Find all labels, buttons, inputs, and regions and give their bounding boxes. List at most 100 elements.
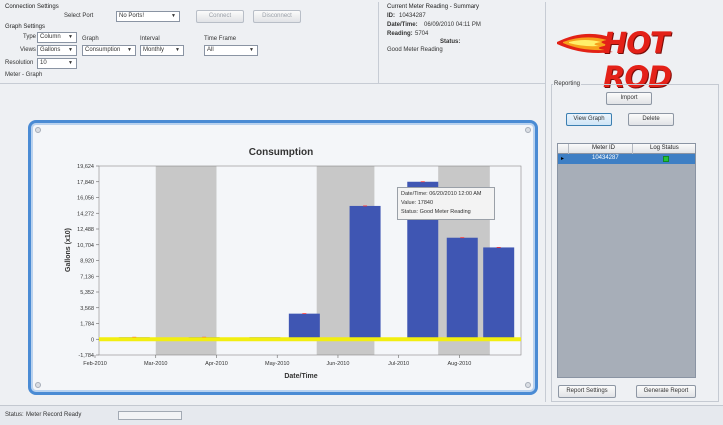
x-tick-label: Aug-2010 xyxy=(448,361,472,367)
time-frame-select[interactable]: All ▼ xyxy=(204,45,258,56)
summary-status-value: Good Meter Reading xyxy=(387,47,443,53)
x-tick-label: May-2010 xyxy=(265,361,289,367)
y-tick-label: 0 xyxy=(91,337,94,343)
y-tick-label: 1,784 xyxy=(80,322,94,328)
y-tick-label: 12,488 xyxy=(77,227,94,233)
table-row[interactable]: ▸ 10434287 xyxy=(558,154,695,164)
x-tick-label: Jun-2010 xyxy=(326,361,349,367)
status-bar: Status: Meter Record Ready xyxy=(0,405,723,425)
import-button[interactable]: Import xyxy=(606,92,652,105)
y-tick-label: 14,272 xyxy=(77,211,94,217)
chevron-down-icon: ▼ xyxy=(175,47,180,53)
views-label: Views xyxy=(20,47,36,53)
generate-report-button[interactable]: Generate Report xyxy=(636,385,696,398)
graph-label: Graph xyxy=(82,36,99,42)
x-axis-title: Date/Time xyxy=(284,373,317,380)
port-select[interactable]: No Ports! ▼ xyxy=(116,11,180,22)
zero-line xyxy=(99,337,521,342)
interval-select-value: Monthly xyxy=(143,47,165,53)
data-tooltip: Date/Time: 06/20/2010 12:00 AM Value: 17… xyxy=(397,187,495,220)
top-divider xyxy=(0,83,545,84)
x-tick-label: Mar-2010 xyxy=(144,361,168,367)
y-tick-label: 5,352 xyxy=(80,290,94,296)
views-select-value: Gallons xyxy=(40,47,61,53)
summary-reading-label: Reading: xyxy=(387,31,413,37)
bar xyxy=(349,205,381,340)
y-tick-label: 10,704 xyxy=(77,243,94,249)
y-tick-label: 7,136 xyxy=(80,274,94,280)
chart-title: Consumption xyxy=(249,147,313,158)
progress-bar xyxy=(118,411,182,420)
graph-select[interactable]: Consumption ▼ xyxy=(82,45,136,56)
x-tick-label: Feb-2010 xyxy=(83,361,107,367)
summary-reading-value: 5704 xyxy=(415,31,429,37)
row-selector-icon: ▸ xyxy=(561,156,565,162)
chevron-down-icon: ▼ xyxy=(249,47,254,53)
column-header-log-status[interactable]: Log Status xyxy=(650,145,679,151)
chevron-down-icon: ▼ xyxy=(127,47,132,53)
disconnect-button[interactable]: Disconnect xyxy=(253,10,301,23)
header-divider xyxy=(568,144,569,154)
bar xyxy=(483,247,515,340)
interval-select[interactable]: Monthly ▼ xyxy=(140,45,184,56)
type-label: Type xyxy=(23,34,37,40)
chevron-down-icon: ▼ xyxy=(68,34,73,40)
summary-divider xyxy=(378,2,379,83)
graph-settings-title: Graph Settings xyxy=(5,24,46,30)
tooltip-datetime: Date/Time: 06/20/2010 12:00 AM xyxy=(401,191,482,197)
time-frame-select-value: All xyxy=(207,47,214,53)
chevron-down-icon: ▼ xyxy=(171,13,176,19)
y-tick-label: 19,624 xyxy=(77,164,94,170)
select-port-label: Select Port xyxy=(64,13,94,19)
y-tick-label: 17,840 xyxy=(77,180,94,186)
summary-datetime-value: 06/09/2010 04:11 PM xyxy=(424,22,481,28)
interval-label: Interval xyxy=(140,36,160,42)
shaded-band xyxy=(155,166,217,355)
row-meter-id: 10434287 xyxy=(592,155,619,161)
summary-id-value: 10434287 xyxy=(399,13,426,19)
status-value: Meter Record Ready xyxy=(26,412,82,418)
y-tick-label: -1,784 xyxy=(78,353,94,359)
bar xyxy=(288,313,320,340)
views-select[interactable]: Gallons ▼ xyxy=(37,45,77,56)
resolution-select-value: 10 xyxy=(40,60,47,66)
status-label: Status: xyxy=(5,412,24,418)
meter-graph-panel: Consumption Gallons (x10) Date/Time 19,6… xyxy=(28,120,538,395)
tooltip-value: Value: 17840 xyxy=(401,200,434,206)
view-graph-button[interactable]: View Graph xyxy=(566,113,612,126)
meter-graph-title: Meter - Graph xyxy=(5,72,43,78)
consumption-chart: Consumption Gallons (x10) Date/Time 19,6… xyxy=(65,147,522,380)
chevron-down-icon: ▼ xyxy=(68,47,73,53)
column-header-meter-id[interactable]: Meter ID xyxy=(592,145,615,151)
hot-rod-logo: HOT ROD xyxy=(555,20,720,94)
time-frame-label: Time Frame xyxy=(204,36,237,42)
tooltip-status: Status: Good Meter Reading xyxy=(401,209,471,215)
summary-status-label: Status: xyxy=(440,39,461,45)
connection-settings-title: Connection Settings xyxy=(5,4,59,10)
summary-title: Current Meter Reading - Summary xyxy=(387,4,480,10)
type-select[interactable]: Column ▼ xyxy=(37,32,77,43)
graph-select-value: Consumption xyxy=(85,47,121,53)
delete-button[interactable]: Delete xyxy=(628,113,674,126)
resolution-select[interactable]: 10 ▼ xyxy=(37,58,77,69)
type-select-value: Column xyxy=(40,34,61,40)
y-tick-label: 3,568 xyxy=(80,306,94,312)
chevron-down-icon: ▼ xyxy=(68,60,73,66)
meter-log-table[interactable]: Meter ID Log Status ▸ 10434287 xyxy=(557,143,696,378)
y-axis-title: Gallons (x10) xyxy=(65,228,72,272)
x-tick-label: Apr-2010 xyxy=(205,361,228,367)
y-tick-label: 16,056 xyxy=(77,196,94,202)
port-select-value: No Ports! xyxy=(119,13,145,19)
connect-button[interactable]: Connect xyxy=(196,10,244,23)
header-divider xyxy=(632,144,633,154)
bar xyxy=(446,237,478,340)
right-panel-divider xyxy=(545,2,546,402)
summary-datetime-label: Date/Time: xyxy=(387,22,418,28)
reporting-title: Reporting xyxy=(553,81,582,87)
x-tick-label: Jul-2010 xyxy=(388,361,409,367)
y-tick-label: 8,920 xyxy=(80,259,94,265)
resolution-label: Resolution xyxy=(5,60,34,66)
log-status-indicator-icon xyxy=(663,156,669,162)
summary-id-label: ID: xyxy=(387,13,395,19)
report-settings-button[interactable]: Report Settings xyxy=(558,385,616,398)
